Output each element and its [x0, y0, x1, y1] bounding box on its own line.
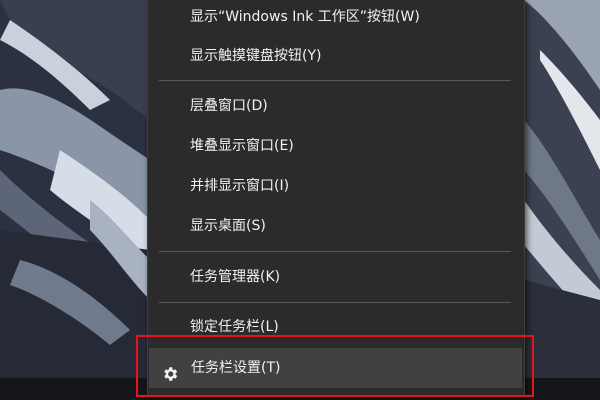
menu-item-show-desktop[interactable]: 显示桌面(S)	[148, 206, 524, 246]
menu-item-label: 锁定任务栏(L)	[190, 319, 279, 335]
menu-item-label: 并排显示窗口(I)	[190, 178, 290, 194]
menu-item-show-windows-ink[interactable]: 显示“Windows Ink 工作区”按钮(W)	[148, 0, 524, 37]
menu-item-taskbar-settings[interactable]: 任务栏设置(T)	[149, 348, 522, 388]
menu-item-label: 显示桌面(S)	[190, 218, 266, 234]
menu-item-cascade-windows[interactable]: 层叠窗口(D)	[148, 86, 524, 126]
gear-icon	[161, 359, 179, 381]
menu-item-task-manager[interactable]: 任务管理器(K)	[148, 257, 524, 297]
menu-item-label: 任务栏设置(T)	[191, 360, 281, 376]
menu-separator	[159, 80, 511, 81]
menu-item-show-touch-keyboard[interactable]: 显示触摸键盘按钮(Y)	[148, 36, 524, 76]
menu-item-stack-windows[interactable]: 堆叠显示窗口(E)	[148, 126, 524, 166]
menu-item-lock-taskbar[interactable]: 锁定任务栏(L)	[148, 307, 524, 347]
menu-item-side-by-side-windows[interactable]: 并排显示窗口(I)	[148, 166, 524, 206]
menu-item-label: 堆叠显示窗口(E)	[190, 138, 294, 154]
taskbar-context-menu: 显示“Windows Ink 工作区”按钮(W) 显示触摸键盘按钮(Y) 层叠窗…	[147, 0, 525, 397]
menu-separator	[159, 251, 511, 252]
menu-item-label: 显示“Windows Ink 工作区”按钮(W)	[190, 9, 420, 25]
menu-item-label: 显示触摸键盘按钮(Y)	[190, 48, 322, 64]
menu-separator	[159, 302, 511, 303]
menu-item-label: 层叠窗口(D)	[190, 98, 268, 114]
menu-item-label: 任务管理器(K)	[190, 269, 281, 285]
